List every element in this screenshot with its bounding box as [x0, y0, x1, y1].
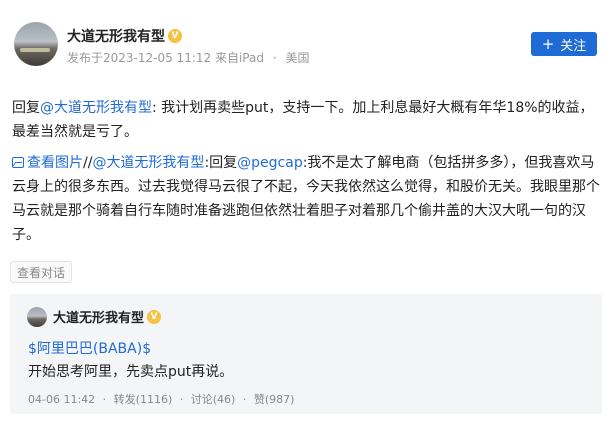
comment-count[interactable]: 讨论(46): [191, 393, 236, 406]
quoted-post[interactable]: 大道无形我有型 V $阿里巴巴(BABA)$ 开始思考阿里，先卖点put再说。 …: [10, 294, 602, 414]
reply-prefix: 回复: [12, 100, 40, 116]
reply-prefix: :回复: [204, 155, 238, 171]
quoted-author-name[interactable]: 大道无形我有型: [53, 307, 144, 326]
post-published-time[interactable]: 发布于2023-12-05 11:12: [67, 51, 211, 65]
repost-count[interactable]: 转发(1116): [114, 393, 173, 406]
like-count[interactable]: 赞(987): [254, 393, 295, 406]
mention-link[interactable]: @大道无形我有型: [40, 100, 152, 116]
quoted-meta: 04-06 11:42 · 转发(1116) · 讨论(46) · 赞(987): [28, 391, 294, 407]
plus-icon: +: [541, 34, 555, 53]
quoted-text: 开始思考阿里，先卖点put再说。: [28, 364, 234, 380]
post-paragraph-2: 查看图片//@大道无形我有型:回复@pegcap:我不是太了解电商（包括拼多多）…: [12, 151, 600, 247]
view-conversation-button[interactable]: 查看对话: [10, 261, 73, 283]
mention-link[interactable]: @pegcap: [237, 155, 303, 171]
mention-link[interactable]: @大道无形我有型: [92, 155, 204, 171]
vip-badge-icon: V: [168, 29, 182, 43]
meta-separator: ·: [272, 51, 277, 65]
vip-badge-icon: V: [147, 309, 162, 324]
quoted-author-header: 大道无形我有型 V: [53, 307, 162, 326]
view-image-label: 查看图片: [27, 155, 83, 171]
post-meta: 发布于2023-12-05 11:12 来自iPad · 美国: [67, 49, 309, 66]
meta-separator: ·: [179, 393, 184, 406]
follow-button[interactable]: + 关注: [531, 32, 597, 56]
image-icon: [12, 157, 24, 168]
post-source: 来自iPad: [214, 51, 264, 65]
author-name[interactable]: 大道无形我有型: [67, 26, 165, 46]
post-paragraph-1: 回复@大道无形我有型: 我计划再卖些put，支持一下。加上利息最好大概有年华18…: [12, 96, 600, 144]
quoted-time[interactable]: 04-06 11:42: [28, 393, 95, 406]
post-body: 回复@大道无形我有型: 我计划再卖些put，支持一下。加上利息最好大概有年华18…: [12, 96, 600, 247]
post-location: 美国: [285, 51, 310, 65]
author-header: 大道无形我有型 V: [67, 26, 182, 46]
follow-label: 关注: [560, 38, 587, 54]
quoted-author-avatar[interactable]: [27, 307, 47, 327]
meta-separator: ·: [242, 393, 247, 406]
stock-link[interactable]: $阿里巴巴(BABA)$: [28, 338, 151, 358]
view-image-link[interactable]: 查看图片: [12, 155, 83, 171]
meta-separator: ·: [102, 393, 107, 406]
author-avatar[interactable]: [14, 22, 58, 66]
